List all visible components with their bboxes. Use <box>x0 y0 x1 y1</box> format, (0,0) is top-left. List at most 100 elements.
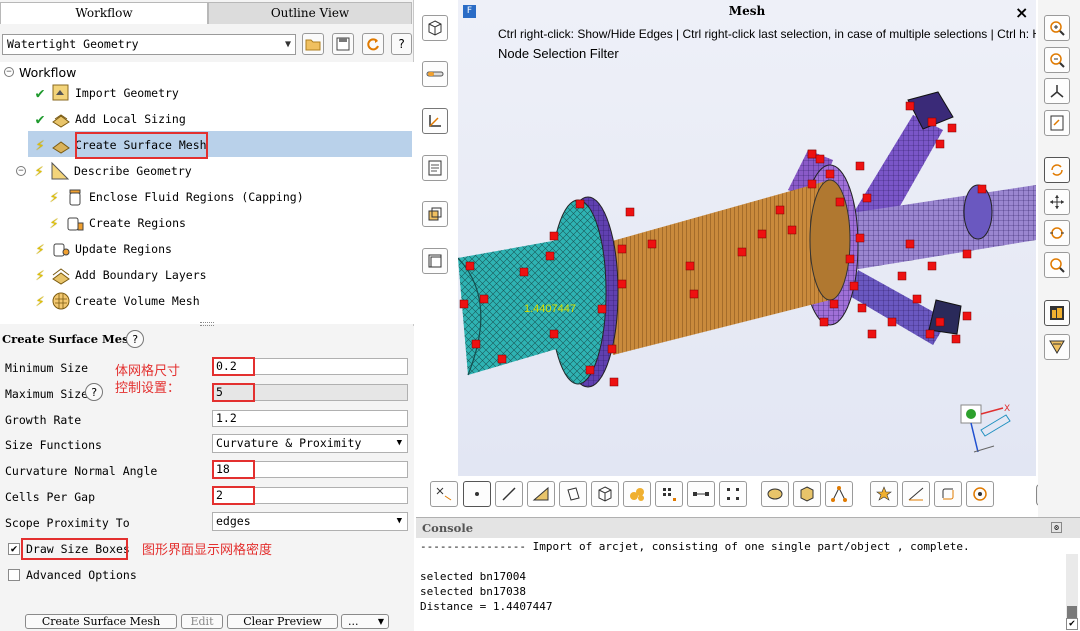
workflow-panel: Workflow Outline View Watertight Geometr… <box>0 0 414 631</box>
tree-item-update-regions[interactable]: ⚡ Update Regions <box>32 237 171 261</box>
rotate-button[interactable] <box>1044 157 1070 183</box>
face-filter-button[interactable] <box>527 481 555 507</box>
console-line: selected bn17004 <box>420 570 526 583</box>
zoom-out-button[interactable] <box>1044 47 1070 73</box>
console-check-icon[interactable]: ✔ <box>1066 618 1078 630</box>
zoom-box-icon <box>1050 227 1064 239</box>
box-points-button[interactable] <box>719 481 747 507</box>
highlight-box-max-size <box>212 383 255 402</box>
cell-filter-button[interactable] <box>591 481 619 507</box>
import-geometry-icon <box>51 83 71 103</box>
slider-tool-button[interactable] <box>422 61 448 87</box>
min-size-label: Minimum Size <box>5 361 89 375</box>
view-cube-button[interactable] <box>422 15 448 41</box>
body-filter-button[interactable] <box>623 481 651 507</box>
console-scrollbar[interactable] <box>1066 554 1078 628</box>
notes-button[interactable] <box>422 155 448 181</box>
box-select-button[interactable] <box>422 201 448 227</box>
scope-proximity-select[interactable]: edges ▼ <box>212 512 408 531</box>
export-view-button[interactable] <box>1044 110 1070 136</box>
volume-mesh-icon <box>51 291 71 311</box>
growth-rate-input[interactable]: 1.2 <box>212 410 408 427</box>
link-points-button[interactable] <box>687 481 715 507</box>
create-surface-mesh-button[interactable]: Create Surface Mesh <box>25 614 177 629</box>
open-folder-button[interactable] <box>302 33 324 55</box>
size-functions-select[interactable]: Curvature & Proximity ▼ <box>212 434 408 453</box>
collapse-icon[interactable]: − <box>16 166 26 176</box>
grid-points-button[interactable] <box>655 481 683 507</box>
magnifier-icon <box>1050 258 1065 273</box>
annotation-sizing: 体网格尺寸 控制设置： <box>115 364 181 396</box>
tree-item-add-local-sizing[interactable]: ✔ Add Local Sizing <box>32 107 185 131</box>
grid-dots-icon <box>663 488 676 501</box>
render-mode-button[interactable] <box>1044 300 1070 326</box>
select-mode-button[interactable] <box>430 481 458 507</box>
lightning-icon: ⚡ <box>35 240 45 258</box>
axes-tool-button[interactable] <box>422 108 448 134</box>
tree-item-describe-geometry[interactable]: − ⚡ Describe Geometry <box>16 159 192 183</box>
target-button[interactable] <box>966 481 994 507</box>
volume-cube-icon <box>800 486 814 502</box>
edge-icon <box>502 487 516 501</box>
slider-icon <box>426 71 444 77</box>
more-menu-button[interactable]: ... ▼ <box>341 614 389 629</box>
chevron-down-icon: ▼ <box>284 39 291 50</box>
shaded-icon <box>1050 306 1064 320</box>
tab-workflow[interactable]: Workflow <box>0 2 208 24</box>
tree-item-add-boundary-layers[interactable]: ⚡ Add Boundary Layers <box>32 263 207 287</box>
quad-filter-button[interactable] <box>559 481 587 507</box>
axes-view-button[interactable] <box>1044 78 1070 104</box>
mesh-cylinder <box>598 179 851 355</box>
vertex-select-button[interactable] <box>825 481 853 507</box>
advanced-options-checkbox[interactable] <box>8 569 20 581</box>
edge-filter-button[interactable] <box>495 481 523 507</box>
zoom-in-button[interactable] <box>1044 15 1070 41</box>
fit-view-button[interactable] <box>1044 252 1070 278</box>
collapse-icon[interactable]: − <box>4 67 14 77</box>
tree-item-import-geometry[interactable]: ✔ Import Geometry <box>32 81 178 105</box>
help-button[interactable]: ? <box>391 33 412 55</box>
panel-tabs: Workflow Outline View <box>0 2 414 24</box>
workflow-type-select[interactable]: Watertight Geometry ▼ <box>2 34 296 55</box>
window-icon <box>428 254 442 268</box>
local-sizing-icon <box>51 109 71 129</box>
draw-size-boxes-checkbox[interactable]: ✔ <box>8 543 20 555</box>
quad-icon <box>567 487 580 501</box>
zoom-box-button[interactable] <box>1044 220 1070 246</box>
refresh-button[interactable] <box>362 33 384 55</box>
curvature-angle-label: Curvature Normal Angle <box>5 464 158 478</box>
check-icon: ✔ <box>35 84 45 102</box>
tree-item-enclose-fluid-regions[interactable]: ⚡ Enclose Fluid Regions (Capping) <box>46 185 303 209</box>
clear-preview-button[interactable]: Clear Preview <box>227 614 338 629</box>
tab-outline-view[interactable]: Outline View <box>208 2 412 24</box>
max-size-help-icon[interactable]: ? <box>85 383 103 401</box>
console-settings-icon[interactable]: ⚙ <box>1051 522 1062 533</box>
point-icon <box>475 492 479 496</box>
edit-button[interactable]: Edit <box>181 614 223 629</box>
pan-button[interactable] <box>1044 189 1070 215</box>
triangle-face-icon <box>532 486 549 501</box>
filter-view-button[interactable] <box>1044 334 1070 360</box>
loop-button[interactable] <box>934 481 962 507</box>
mesh-graphics-window[interactable]: F Mesh × Ctrl right-click: Show/Hide Edg… <box>458 0 1036 476</box>
split-button[interactable] <box>870 481 898 507</box>
window-button[interactable] <box>422 248 448 274</box>
save-icon <box>336 37 350 51</box>
boundary-layers-icon <box>51 265 71 285</box>
mesh-viewport[interactable]: 1.4407447 X <box>458 0 1036 476</box>
svg-text:X: X <box>1004 404 1010 414</box>
volume-select-button[interactable] <box>793 481 821 507</box>
save-button[interactable] <box>332 33 354 55</box>
cube-icon <box>598 486 612 502</box>
folder-icon <box>305 39 321 51</box>
task-help-icon[interactable]: ? <box>126 330 144 348</box>
lightning-icon: ⚡ <box>35 136 45 154</box>
node-filter-button[interactable] <box>463 481 491 507</box>
zoom-in-icon <box>1050 21 1065 36</box>
measure-button[interactable] <box>902 481 930 507</box>
part-select-button[interactable] <box>761 481 789 507</box>
orientation-triad[interactable]: X <box>960 404 1011 453</box>
surface-mesh-icon <box>51 135 71 155</box>
tree-item-create-regions[interactable]: ⚡ Create Regions <box>46 211 185 235</box>
tree-item-create-volume-mesh[interactable]: ⚡ Create Volume Mesh <box>32 289 199 313</box>
